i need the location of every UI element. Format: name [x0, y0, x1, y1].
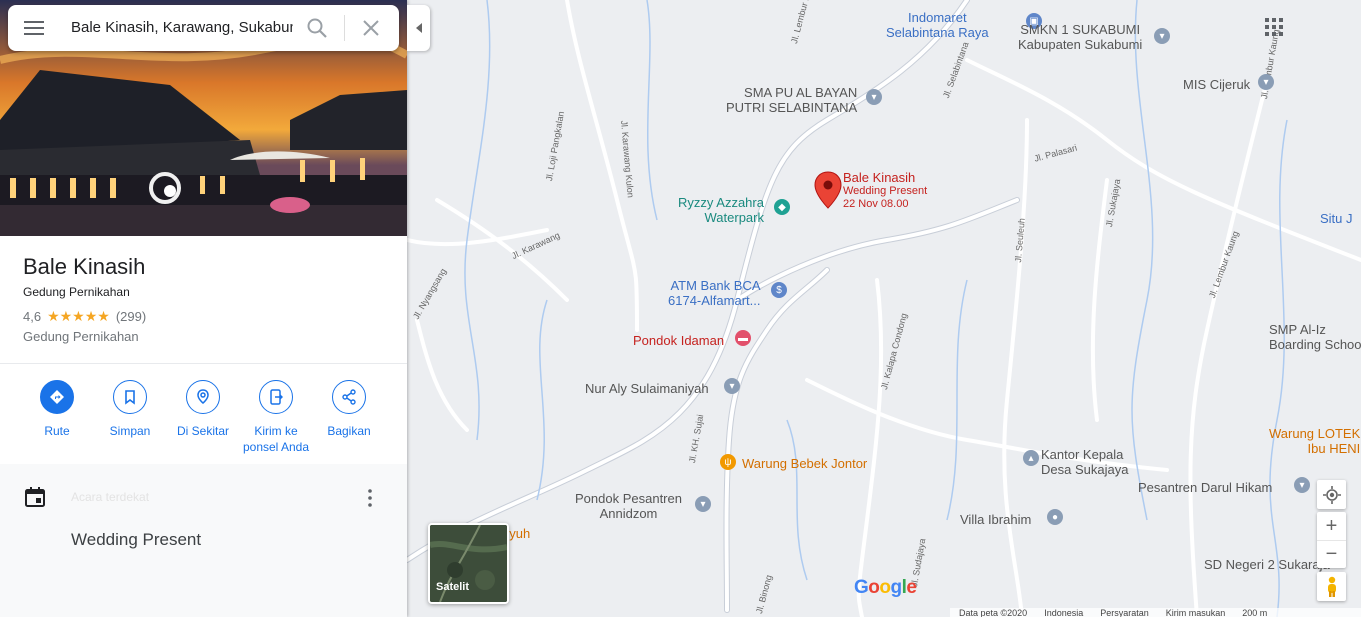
share-button[interactable]: Bagikan	[309, 380, 389, 439]
poi-mis-cijeruk[interactable]: MIS Cijeruk ▾	[1183, 74, 1274, 92]
poi-pondok-idaman[interactable]: Pondok Idaman ▬	[633, 330, 751, 348]
zoom-in-icon[interactable]: +	[1317, 513, 1346, 541]
poi-situ[interactable]: Situ J	[1320, 211, 1353, 226]
divider	[0, 363, 407, 364]
send-to-phone-label: Kirim ke ponsel Anda	[242, 424, 310, 454]
apps-grid-icon[interactable]	[1265, 18, 1283, 36]
poi-pondok-pesantren-annidzom[interactable]: Pondok Pesantren Annidzom ▾	[575, 491, 711, 521]
marker-event: Wedding Present	[843, 185, 928, 197]
poi-smp-al-iz[interactable]: SMP Al-Iz Boarding Schoo	[1269, 322, 1361, 352]
school-icon: ▾	[1154, 28, 1170, 44]
marker-title: Bale Kinasih	[843, 170, 916, 185]
place-title: Bale Kinasih	[23, 254, 146, 279]
feedback-link[interactable]: Kirim masukan	[1166, 608, 1226, 617]
road-network	[407, 0, 1361, 617]
region-link[interactable]: Indonesia	[1044, 608, 1083, 617]
school-icon: ▾	[866, 89, 882, 105]
my-location-icon	[1322, 485, 1341, 504]
rating-value: 4,6	[23, 309, 42, 324]
save-label: Simpan	[109, 424, 151, 438]
map-canvas[interactable]: Jl. Lembur Pasir Jl. Selabintana Jl. Loj…	[407, 0, 1361, 617]
send-to-phone-icon	[259, 380, 293, 414]
map-data-attribution: Data peta ©2020	[959, 608, 1028, 617]
poi-warung-bebek-jontor[interactable]: ψ Warung Bebek Jontor	[720, 454, 867, 471]
government-icon: ▴	[1023, 450, 1039, 466]
google-logo: Google	[854, 577, 917, 598]
poi-nur-aly[interactable]: Nur Aly Sulaimaniyah ▾	[585, 378, 740, 396]
map-footer: Data peta ©2020 Indonesia Persyaratan Ki…	[950, 608, 1361, 617]
place-panel: Bale Kinasih, Karawang, Sukabumi Bale Ki…	[0, 0, 407, 617]
poi-warung-lotek[interactable]: Warung LOTEK Ibu HENI	[1269, 426, 1360, 456]
school-icon: ▾	[1258, 74, 1274, 90]
rating-row: 4,6 ★★★★★ (299)	[23, 308, 146, 325]
satellite-label: Satelit	[436, 581, 470, 593]
poi-villa-ibrahim[interactable]: Villa Ibrahim ●	[960, 509, 1063, 527]
street-view-pegman-icon[interactable]	[1317, 572, 1346, 601]
place-category[interactable]: Gedung Pernikahan	[23, 285, 130, 299]
search-box: Bale Kinasih, Karawang, Sukabumi	[8, 5, 399, 51]
review-count[interactable]: (299)	[116, 309, 146, 324]
bookmark-icon	[113, 380, 147, 414]
directions-label: Rute	[44, 424, 70, 438]
search-divider	[344, 15, 345, 41]
marker-label: Bale Kinasih Wedding Present 22 Nov 08.0…	[843, 170, 927, 211]
atm-icon: $	[771, 282, 787, 298]
place-category-secondary: Gedung Pernikahan	[23, 329, 139, 344]
poi-atm-bca[interactable]: ATM Bank BCA 6174-Alfamart... $	[668, 278, 787, 308]
poi-indomaret[interactable]: Indomaret Selabintana Raya ▣	[886, 10, 1042, 40]
poi-pesantren-darul-hikam[interactable]: Pesantren Darul Hikam ▾	[1138, 477, 1310, 495]
poi-ryzzy-waterpark[interactable]: Ryzzy Azzahra Waterpark ◆	[678, 195, 790, 225]
hotel-icon: ▬	[735, 330, 751, 346]
save-button[interactable]: Simpan	[90, 380, 170, 439]
park-icon: ◆	[774, 199, 790, 215]
share-label: Bagikan	[327, 424, 371, 438]
search-input[interactable]: Bale Kinasih, Karawang, Sukabumi	[71, 19, 293, 36]
zoom-control: + −	[1317, 512, 1346, 568]
send-to-phone-button[interactable]: Kirim ke ponsel Anda	[236, 380, 316, 455]
event-section: Acara terdekat Wedding Present	[0, 464, 407, 617]
more-vert-icon[interactable]	[366, 488, 374, 508]
school-icon: ▾	[724, 378, 740, 394]
star-rating-icon: ★★★★★	[47, 308, 110, 324]
collapse-panel-button[interactable]	[407, 5, 430, 51]
nearby-button[interactable]: Di Sekitar	[163, 380, 243, 439]
restaurant-icon: ψ	[720, 454, 736, 470]
marker-time: 22 Nov 08.00	[843, 198, 909, 210]
poi-kantor-kepala-desa[interactable]: ▴ Kantor Kepala Desa Sukajaya	[1023, 447, 1128, 477]
event-title: Wedding Present	[71, 530, 202, 549]
poi-sma-pu-al-bayan[interactable]: SMA PU AL BAYAN PUTRI SELABINTANA ▾	[726, 85, 882, 115]
nearby-icon	[186, 380, 220, 414]
place-icon: ●	[1047, 509, 1063, 525]
school-icon: ▾	[695, 496, 711, 512]
poi-smkn1[interactable]: SMKN 1 SUKABUMI Kabupaten Sukabumi ▾	[1018, 22, 1170, 52]
scale-label: 200 m	[1242, 608, 1268, 617]
satellite-toggle[interactable]: Satelit	[428, 523, 509, 604]
zoom-out-icon[interactable]: −	[1317, 541, 1346, 568]
action-bar: Rute Simpan Di Sekitar Kirim ke ponsel A…	[0, 380, 407, 464]
close-icon[interactable]	[360, 17, 382, 39]
caret-left-icon	[415, 23, 422, 33]
map-pin-icon	[814, 171, 842, 209]
share-icon	[332, 380, 366, 414]
directions-icon	[40, 380, 74, 414]
terms-link[interactable]: Persyaratan	[1100, 608, 1149, 617]
directions-button[interactable]: Rute	[17, 380, 97, 439]
selected-place-marker[interactable]	[814, 171, 842, 214]
poi-sd-negeri-2-sukaraja[interactable]: SD Negeri 2 Sukaraja	[1204, 557, 1330, 572]
nearby-label: Di Sekitar	[176, 424, 229, 438]
menu-icon[interactable]	[24, 19, 44, 37]
my-location-button[interactable]	[1317, 480, 1346, 509]
event-label: Acara terdekat	[71, 490, 150, 504]
calendar-icon	[25, 487, 45, 507]
search-icon[interactable]	[306, 17, 328, 39]
school-icon: ▾	[1294, 477, 1310, 493]
